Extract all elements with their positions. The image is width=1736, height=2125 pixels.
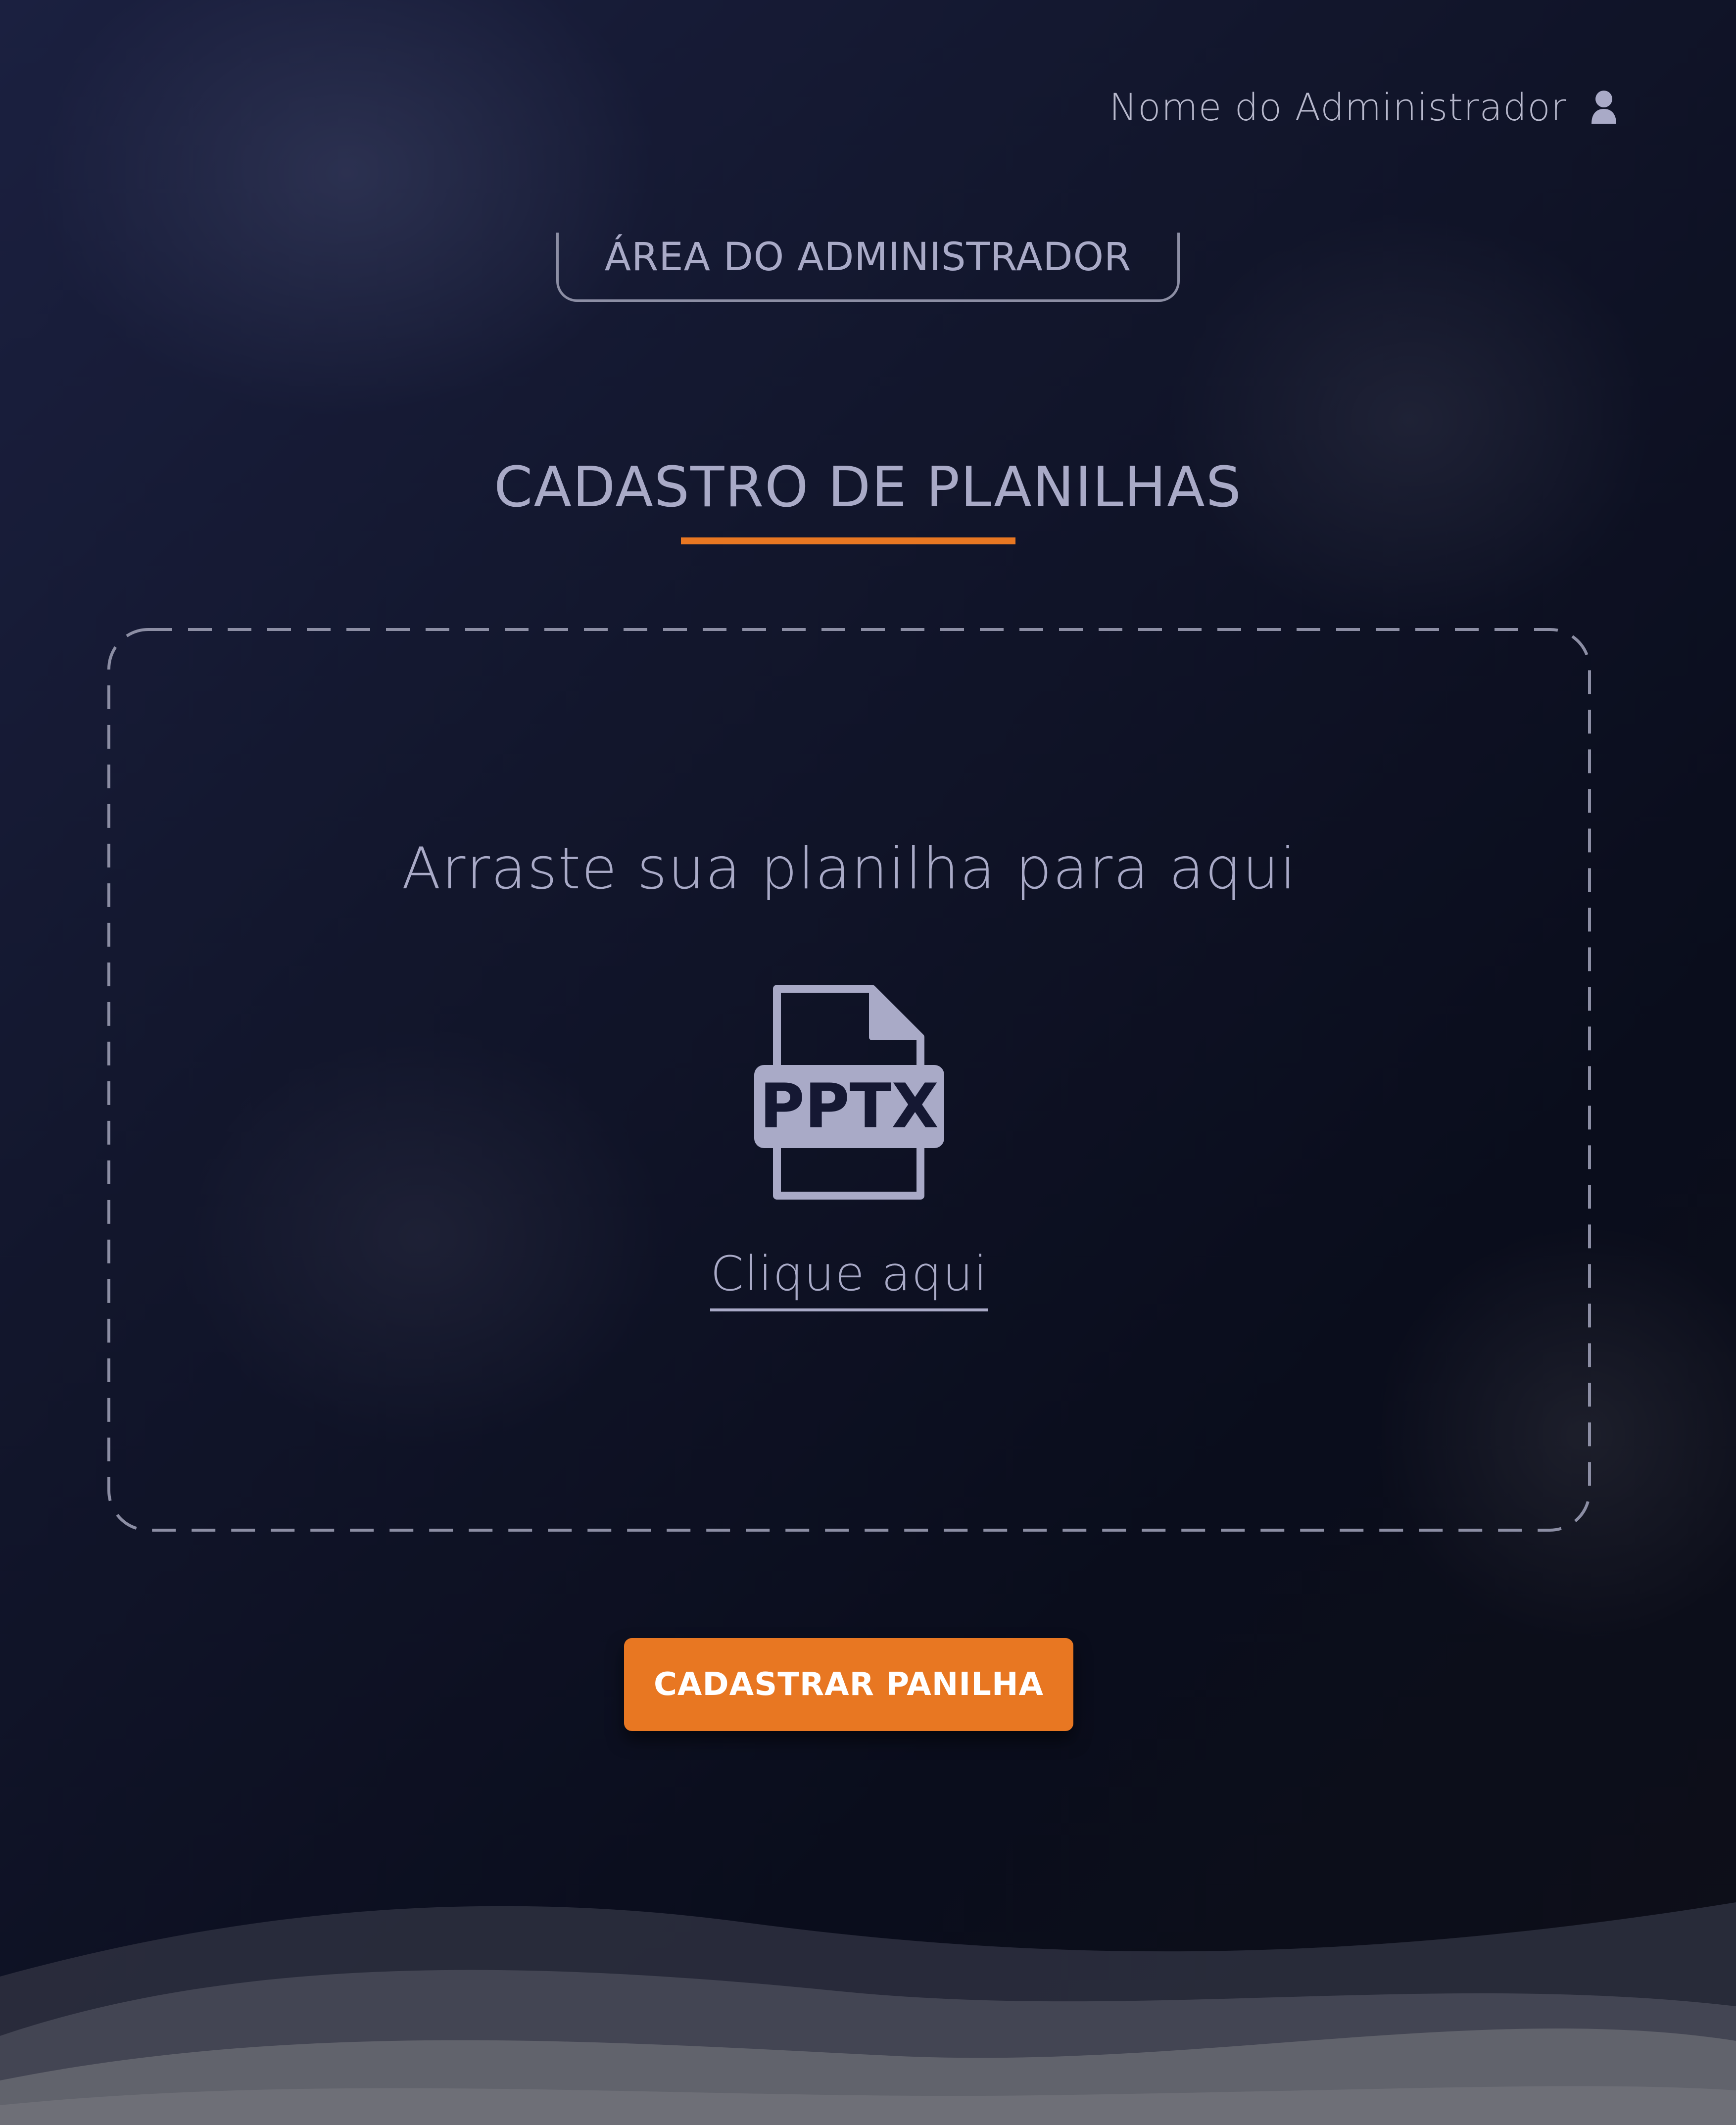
user-name: Nome do Administrador bbox=[1109, 85, 1567, 129]
file-drop-zone[interactable]: Arraste sua planilha para aqui PPTX Cliq… bbox=[107, 628, 1591, 1532]
pptx-label: PPTX bbox=[760, 1071, 939, 1142]
click-here-link[interactable]: Clique aqui bbox=[710, 1246, 988, 1311]
admin-area-badge: ÁREA DO ADMINISTRADOR bbox=[556, 233, 1180, 302]
title-underline bbox=[681, 537, 1015, 544]
page-title: CADASTRO DE PLANILHAS bbox=[494, 455, 1242, 520]
click-here-link-wrapper: Clique aqui bbox=[107, 1246, 1591, 1311]
pptx-file-icon[interactable]: PPTX bbox=[754, 985, 944, 1201]
decorative-waves bbox=[0, 1902, 1736, 2125]
drop-instructions: Arraste sua planilha para aqui bbox=[401, 835, 1297, 902]
register-spreadsheet-button[interactable]: CADASTRAR PANILHA bbox=[624, 1638, 1073, 1731]
user-icon bbox=[1591, 90, 1616, 124]
admin-area-label: ÁREA DO ADMINISTRADOR bbox=[604, 235, 1132, 280]
user-menu[interactable]: Nome do Administrador bbox=[1109, 85, 1617, 129]
